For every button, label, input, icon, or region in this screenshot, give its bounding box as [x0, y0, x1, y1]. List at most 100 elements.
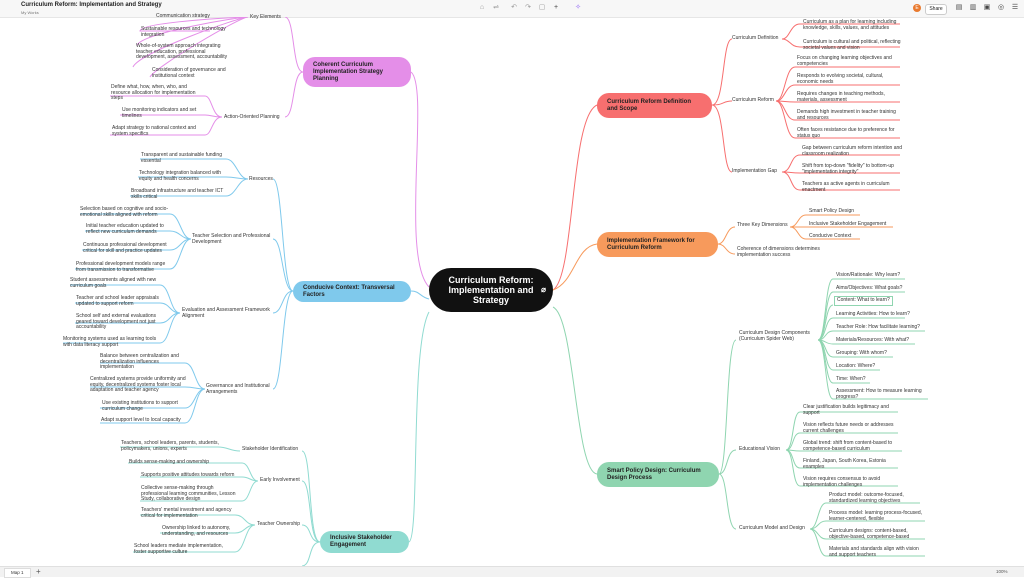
leaf-topic[interactable]: Materials and standards align with visio…	[829, 546, 925, 558]
leaf-topic[interactable]: Adapt support level to local capacity	[101, 417, 181, 424]
subtopic[interactable]: Key Elements	[250, 14, 281, 20]
leaf-topic[interactable]: Teachers, school leaders, parents, stude…	[121, 440, 221, 452]
leaf-topic[interactable]: Collective sense-making through professi…	[141, 485, 241, 503]
subtopic[interactable]: Resources	[249, 176, 273, 182]
leaf-topic[interactable]: Gap between curriculum reform intention …	[802, 145, 904, 157]
subtopic[interactable]: Curriculum Reform	[732, 97, 774, 103]
leaf-topic[interactable]: Sustainable resources and technology int…	[141, 26, 233, 38]
main-topic-conducive-context[interactable]: Conducive Context: Transversal Factors	[293, 281, 411, 302]
leaf-topic[interactable]: Vision/Rationale: Why learn?	[836, 272, 900, 279]
leaf-topic[interactable]: Define what, how, when, who, and resourc…	[111, 84, 206, 102]
leaf-topic[interactable]: Demands high investment in teacher train…	[797, 109, 903, 121]
add-topic-icon[interactable]: +	[552, 4, 560, 12]
share-button[interactable]: Share	[925, 4, 947, 15]
ai-icon[interactable]: ✧	[574, 4, 582, 12]
leaf-topic[interactable]: Often faces resistance due to preference…	[797, 127, 903, 139]
zoom-level[interactable]: 100%	[996, 568, 1008, 576]
leaf-topic[interactable]: Curriculum as a plan for learning includ…	[803, 19, 903, 31]
leaf-topic[interactable]: Balance between centralization and decen…	[100, 353, 187, 371]
leaf-topic[interactable]: Adapt strategy to national context and s…	[112, 125, 206, 137]
subtopic[interactable]: Implementation Gap	[732, 168, 777, 174]
leaf-topic[interactable]: Global trend: shift from content-based t…	[803, 440, 905, 452]
subtopic[interactable]: Curriculum Model and Design	[739, 525, 805, 531]
outline-icon[interactable]: ▤	[955, 4, 963, 12]
pitch-icon[interactable]: ▥	[969, 4, 977, 12]
leaf-topic[interactable]: Focus on changing learning objectives an…	[797, 55, 903, 67]
main-topic-definition[interactable]: Curriculum Reform Definition and Scope	[597, 93, 712, 118]
style-icon[interactable]: ⌂	[478, 4, 486, 12]
leaf-topic[interactable]: Teachers' mental investment and agency c…	[141, 507, 236, 519]
leaf-topic[interactable]: Requires changes in teaching methods, ma…	[797, 91, 903, 103]
main-topic-inclusive-engagement[interactable]: Inclusive Stakeholder Engagement	[320, 531, 409, 553]
leaf-topic[interactable]: Monitoring systems used as learning tool…	[63, 336, 162, 348]
leaf-topic[interactable]: Use monitoring indicators and set timeli…	[122, 107, 206, 119]
leaf-topic-selected[interactable]: Content: What to learn?	[834, 296, 893, 306]
main-topic-smart-policy[interactable]: Smart Policy Design: Curriculum Design P…	[597, 462, 719, 487]
central-topic[interactable]: Curriculum Reform: Implementation and St…	[429, 268, 553, 312]
subtopic[interactable]: Teacher Selection and Professional Devel…	[192, 233, 274, 245]
leaf-topic[interactable]: Aims/Objectives: What goals?	[836, 285, 902, 292]
leaf-topic[interactable]: Materials/Resources: With what?	[836, 337, 909, 344]
subtopic[interactable]: Three Key Dimensions	[737, 222, 788, 228]
subtopic[interactable]: Curriculum Definition	[732, 35, 778, 41]
leaf-topic[interactable]: Responds to evolving societal, cultural,…	[797, 73, 903, 85]
leaf-topic[interactable]: Teachers as active agents in curriculum …	[802, 181, 904, 193]
leaf-topic[interactable]: Teacher and school leader appraisals upd…	[76, 295, 162, 307]
avatar[interactable]: E	[913, 4, 921, 12]
leaf-topic[interactable]: Supports positive attitudes towards refo…	[141, 472, 234, 479]
leaf-topic[interactable]: Continuous professional development crit…	[83, 242, 172, 254]
format-icon[interactable]: ⇌	[492, 4, 500, 12]
leaf-topic[interactable]: Product model: outcome-focused, standard…	[829, 492, 925, 504]
leaf-topic[interactable]: Conducive Context	[809, 233, 851, 240]
subtopic[interactable]: Coherence of dimensions determines imple…	[737, 246, 832, 258]
leaf-topic[interactable]: Use existing institutions to support cur…	[102, 400, 187, 412]
main-topic-framework[interactable]: Implementation Framework for Curriculum …	[597, 232, 718, 257]
subtopic[interactable]: Educational Vision	[739, 446, 780, 452]
subtopic[interactable]: Evaluation and Assessment Framework Alig…	[182, 307, 276, 319]
leaf-topic[interactable]: Transparent and sustainable funding esse…	[141, 152, 227, 164]
leaf-topic[interactable]: Teacher Role: How facilitate learning?	[836, 324, 920, 331]
subtopic[interactable]: Curriculum Design Components (Curriculum…	[739, 330, 821, 342]
leaf-topic[interactable]: Learning Activities: How to learn?	[836, 311, 910, 318]
leaf-topic[interactable]: Centralized systems provide uniformity a…	[90, 376, 187, 394]
leaf-topic[interactable]: Location: Where?	[836, 363, 875, 370]
leaf-topic[interactable]: Shift from top-down "fidelity" to bottom…	[802, 163, 904, 175]
leaf-topic[interactable]: Technology integration balanced with equ…	[139, 170, 227, 182]
subtopic[interactable]: Early Involvement	[260, 477, 300, 483]
subtopic[interactable]: Stakeholder Identification	[242, 446, 298, 452]
leaf-topic[interactable]: Builds sense-making and ownership	[129, 459, 209, 466]
leaf-topic[interactable]: Communication strategy	[156, 13, 210, 20]
sheet-tab[interactable]: Map 1	[4, 568, 31, 578]
redo-icon[interactable]: ↷	[524, 4, 532, 12]
leaf-topic[interactable]: Clear justification builds legitimacy an…	[803, 404, 901, 416]
workspace-label[interactable]: My Works	[21, 10, 39, 15]
leaf-topic[interactable]: Broadband infrastructure and teacher ICT…	[131, 188, 227, 200]
leaf-topic[interactable]: Process model: learning process-focused,…	[829, 510, 925, 522]
leaf-topic[interactable]: School leaders mediate implementation, f…	[134, 543, 236, 555]
leaf-topic[interactable]: Curriculum designs: content-based, objec…	[829, 528, 925, 540]
present-icon[interactable]: ▣	[983, 4, 991, 12]
theme-icon[interactable]: ◎	[997, 4, 1005, 12]
leaf-topic[interactable]: Assessment: How to measure learning prog…	[836, 388, 928, 400]
leaf-topic[interactable]: Professional development models range fr…	[76, 261, 172, 273]
leaf-topic[interactable]: Grouping: With whom?	[836, 350, 887, 357]
leaf-topic[interactable]: Student assessments aligned with new cur…	[70, 277, 162, 289]
fit-icon[interactable]: ▢	[538, 4, 546, 12]
subtopic[interactable]: Action-Oriented Planning	[224, 114, 280, 120]
leaf-topic[interactable]: Whole-of-system approach integrating tea…	[136, 43, 234, 61]
leaf-topic[interactable]: Vision reflects future needs or addresse…	[803, 422, 901, 434]
leaf-topic[interactable]: Finland, Japan, South Korea, Estonia exa…	[803, 458, 901, 470]
leaf-topic[interactable]: Consideration of governance and institut…	[152, 67, 234, 79]
subtopic[interactable]: Governance and Institutional Arrangement…	[206, 383, 278, 395]
leaf-topic[interactable]: School self and external evaluations gea…	[76, 313, 162, 331]
undo-icon[interactable]: ↶	[510, 4, 518, 12]
subtopic[interactable]: Teacher Ownership	[257, 521, 300, 527]
attachment-icon[interactable]: ⌀	[541, 285, 546, 295]
main-topic-coherent-strategy[interactable]: Coherent Curriculum Implementation Strat…	[303, 57, 411, 87]
leaf-topic[interactable]: Time: When?	[836, 376, 866, 383]
leaf-topic[interactable]: Ownership linked to autonomy, understand…	[162, 525, 236, 537]
leaf-topic[interactable]: Curriculum is cultural and political, re…	[803, 39, 903, 51]
leaf-topic[interactable]: Smart Policy Design	[809, 208, 854, 215]
leaf-topic[interactable]: Vision requires consensus to avoid imple…	[803, 476, 901, 488]
leaf-topic[interactable]: Selection based on cognitive and socio-e…	[80, 206, 172, 218]
